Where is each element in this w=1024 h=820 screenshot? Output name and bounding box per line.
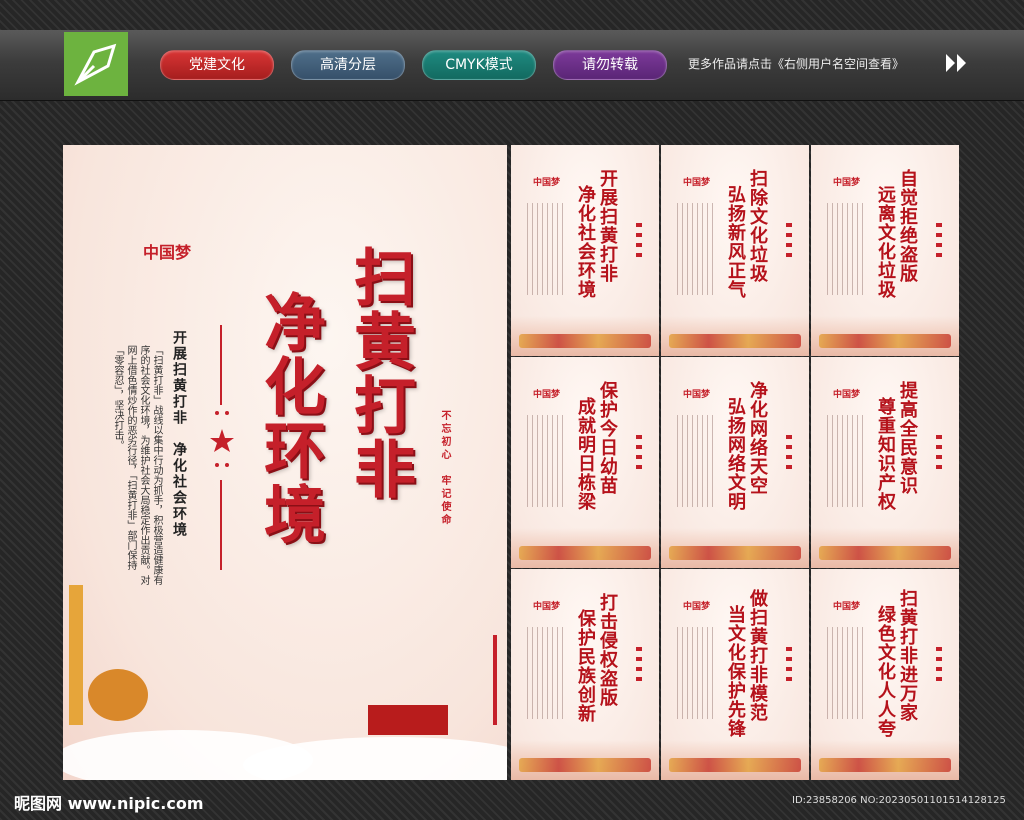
mini-poster-3: 中国梦 自觉拒绝盗版 远离文化垃圾 — [811, 145, 959, 356]
divider-line — [220, 480, 222, 570]
mini-footer-art — [811, 316, 959, 356]
more-works-text[interactable]: 更多作品请点击《右侧用户名空间查看》 — [688, 55, 904, 72]
stamp-slogan: 不忘初心 牢记使命 — [439, 410, 450, 527]
poster-line-2: 当文化保护先锋 — [725, 605, 746, 738]
mini-logo: 中国梦 — [533, 602, 561, 612]
headline-2: 净化环境 — [253, 290, 326, 546]
mini-logo: 中国梦 — [683, 390, 711, 400]
mini-stamp — [636, 435, 642, 475]
mini-logo: 中国梦 — [833, 602, 861, 612]
tag-hd-layers[interactable]: 高清分层 — [291, 50, 405, 80]
poster-line-1: 保护今日幼苗 — [597, 381, 618, 495]
mini-body-text — [527, 203, 567, 295]
poster-line-1: 开展扫黄打非 — [597, 169, 618, 283]
mini-body-text — [677, 415, 717, 507]
poster-line-2: 绿色文化人人夸 — [875, 605, 896, 738]
mini-footer-art — [661, 528, 809, 568]
stars-icon — [210, 411, 234, 467]
tag-party-culture[interactable]: 党建文化 — [160, 50, 274, 80]
mini-body-text — [827, 203, 867, 295]
mini-poster-1: 中国梦 开展扫黄打非 净化社会环境 — [511, 145, 659, 356]
mini-poster-9: 中国梦 扫黄打非进万家 绿色文化人人夸 — [811, 569, 959, 780]
mini-body-text — [827, 415, 867, 507]
mini-footer-art — [511, 740, 659, 780]
tag-no-repost[interactable]: 请勿转载 — [553, 50, 667, 80]
poster-line-1: 净化网络天空 — [747, 381, 768, 495]
pen-logo-icon — [64, 32, 128, 96]
main-poster: 中国梦 扫黄打非 净化环境 开展扫黄打非 净化社会环境 「扫黄打非」战线以集中行… — [63, 145, 507, 780]
image-id-text: ID:23858206 NO:20230501101514128125 — [792, 795, 1006, 806]
mini-stamp — [636, 223, 642, 263]
poster-line-2: 保护民族创新 — [575, 609, 596, 723]
mini-body-text — [527, 627, 567, 719]
china-dream-logo: 中国梦 — [143, 243, 192, 262]
mini-poster-2: 中国梦 扫除文化垃圾 弘扬新风正气 — [661, 145, 809, 356]
poster-line-2: 尊重知识产权 — [875, 397, 896, 511]
mini-logo: 中国梦 — [833, 390, 861, 400]
side-body: 「扫黄打非」战线以集中行动为抓手，积极营造健康有序的社会文化环境，为维护社会大局… — [112, 345, 162, 585]
mini-stamp — [936, 223, 942, 263]
mini-logo: 中国梦 — [683, 602, 711, 612]
mini-poster-8: 中国梦 做扫黄打非模范 当文化保护先锋 — [661, 569, 809, 780]
mini-body-text — [527, 415, 567, 507]
mini-stamp — [786, 435, 792, 475]
mini-footer-art — [511, 528, 659, 568]
poster-line-2: 远离文化垃圾 — [875, 185, 896, 299]
poster-line-1: 做扫黄打非模范 — [747, 589, 768, 722]
poster-line-1: 提高全民意识 — [897, 381, 918, 495]
mini-stamp — [936, 435, 942, 475]
mini-body-text — [677, 627, 717, 719]
mini-stamp — [786, 223, 792, 263]
mini-logo: 中国梦 — [533, 178, 561, 188]
landmark-clouds-illustration — [63, 585, 507, 780]
mini-poster-6: 中国梦 提高全民意识 尊重知识产权 — [811, 357, 959, 568]
divider-line — [220, 325, 222, 405]
poster-line-1: 扫除文化垃圾 — [747, 169, 768, 283]
mini-footer-art — [811, 740, 959, 780]
poster-line-1: 自觉拒绝盗版 — [897, 169, 918, 283]
mini-stamp — [636, 647, 642, 687]
mini-stamp — [786, 647, 792, 687]
mini-body-text — [827, 627, 867, 719]
poster-line-2: 弘扬网络文明 — [725, 397, 746, 511]
poster-line-2: 净化社会环境 — [575, 185, 596, 299]
double-chevron-right-icon[interactable] — [944, 52, 970, 74]
mini-poster-4: 中国梦 保护今日幼苗 成就明日栋梁 — [511, 357, 659, 568]
poster-line-1: 扫黄打非进万家 — [897, 589, 918, 722]
site-watermark[interactable]: 昵图网 www.nipic.com — [14, 790, 204, 814]
poster-line-1: 打击侵权盗版 — [597, 593, 618, 707]
mini-footer-art — [811, 528, 959, 568]
mini-poster-7: 中国梦 打击侵权盗版 保护民族创新 — [511, 569, 659, 780]
mini-footer-art — [661, 740, 809, 780]
mini-footer-art — [661, 316, 809, 356]
mini-footer-art — [511, 316, 659, 356]
mini-body-text — [677, 203, 717, 295]
poster-line-2: 弘扬新风正气 — [725, 185, 746, 299]
poster-line-2: 成就明日栋梁 — [575, 397, 596, 511]
side-title: 开展扫黄打非 净化社会环境 — [171, 330, 187, 538]
mini-logo: 中国梦 — [683, 178, 711, 188]
mini-stamp — [936, 647, 942, 687]
tag-cmyk[interactable]: CMYK模式 — [422, 50, 536, 80]
mini-logo: 中国梦 — [833, 178, 861, 188]
mini-poster-5: 中国梦 净化网络天空 弘扬网络文明 — [661, 357, 809, 568]
mini-logo: 中国梦 — [533, 390, 561, 400]
headline-1: 扫黄打非 — [343, 245, 416, 501]
